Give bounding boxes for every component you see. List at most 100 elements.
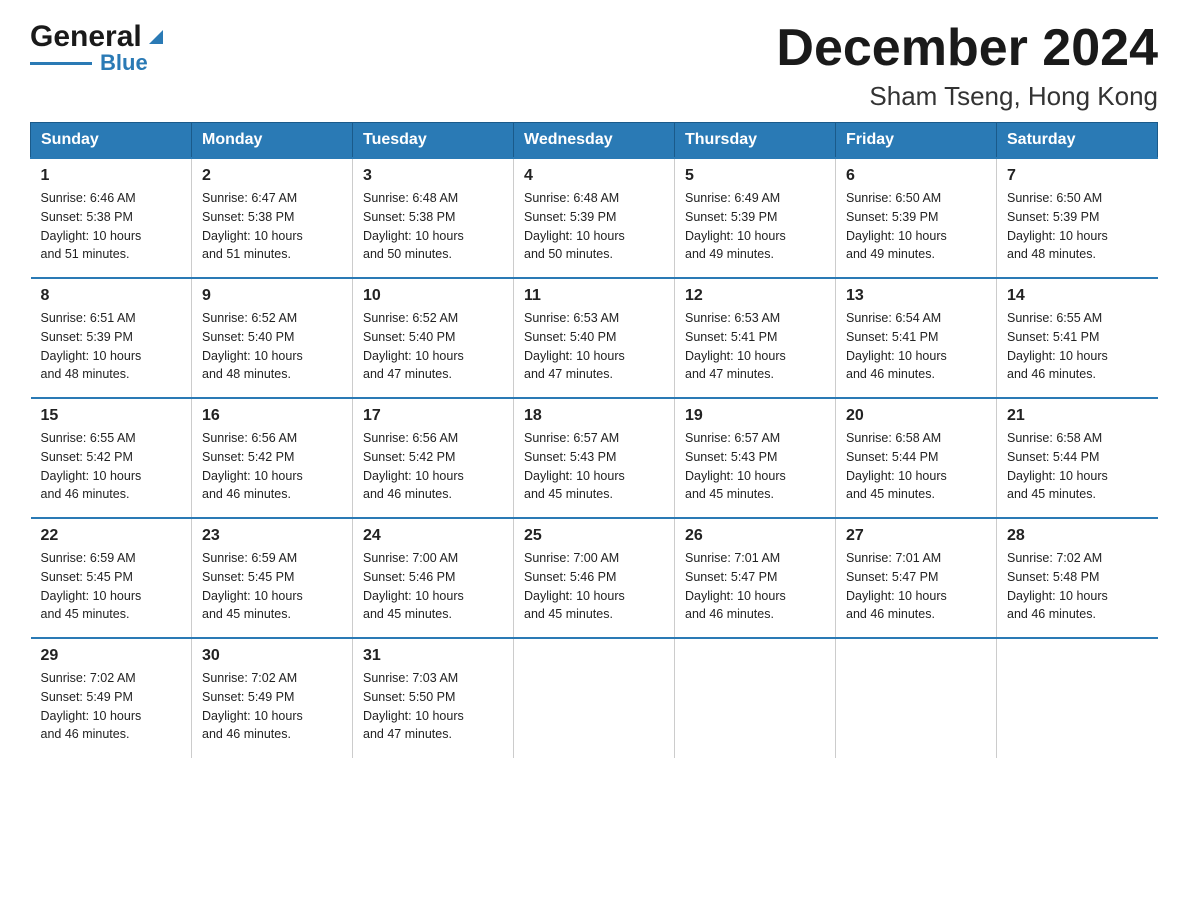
calendar-cell: 13 Sunrise: 6:54 AM Sunset: 5:41 PM Dayl… xyxy=(836,278,997,398)
day-info: Sunrise: 7:02 AM Sunset: 5:49 PM Dayligh… xyxy=(41,669,182,744)
day-number: 15 xyxy=(41,407,182,425)
day-info: Sunrise: 7:02 AM Sunset: 5:48 PM Dayligh… xyxy=(1007,549,1148,624)
location-title: Sham Tseng, Hong Kong xyxy=(776,81,1158,112)
day-number: 3 xyxy=(363,167,503,185)
day-info: Sunrise: 6:53 AM Sunset: 5:40 PM Dayligh… xyxy=(524,309,664,384)
day-info: Sunrise: 6:51 AM Sunset: 5:39 PM Dayligh… xyxy=(41,309,182,384)
day-number: 28 xyxy=(1007,527,1148,545)
col-header-thursday: Thursday xyxy=(675,123,836,159)
day-info: Sunrise: 6:52 AM Sunset: 5:40 PM Dayligh… xyxy=(363,309,503,384)
day-info: Sunrise: 7:02 AM Sunset: 5:49 PM Dayligh… xyxy=(202,669,342,744)
day-number: 26 xyxy=(685,527,825,545)
day-number: 7 xyxy=(1007,167,1148,185)
calendar-cell: 28 Sunrise: 7:02 AM Sunset: 5:48 PM Dayl… xyxy=(997,518,1158,638)
calendar-cell: 24 Sunrise: 7:00 AM Sunset: 5:46 PM Dayl… xyxy=(353,518,514,638)
day-number: 18 xyxy=(524,407,664,425)
day-info: Sunrise: 6:58 AM Sunset: 5:44 PM Dayligh… xyxy=(1007,429,1148,504)
calendar-cell: 19 Sunrise: 6:57 AM Sunset: 5:43 PM Dayl… xyxy=(675,398,836,518)
day-number: 5 xyxy=(685,167,825,185)
day-number: 23 xyxy=(202,527,342,545)
calendar-cell: 3 Sunrise: 6:48 AM Sunset: 5:38 PM Dayli… xyxy=(353,158,514,278)
logo: General Blue xyxy=(30,20,167,76)
calendar-cell: 7 Sunrise: 6:50 AM Sunset: 5:39 PM Dayli… xyxy=(997,158,1158,278)
day-info: Sunrise: 7:01 AM Sunset: 5:47 PM Dayligh… xyxy=(685,549,825,624)
col-header-tuesday: Tuesday xyxy=(353,123,514,159)
logo-underline xyxy=(30,62,92,65)
calendar-cell: 2 Sunrise: 6:47 AM Sunset: 5:38 PM Dayli… xyxy=(192,158,353,278)
day-number: 11 xyxy=(524,287,664,305)
calendar-cell: 9 Sunrise: 6:52 AM Sunset: 5:40 PM Dayli… xyxy=(192,278,353,398)
col-header-sunday: Sunday xyxy=(31,123,192,159)
day-number: 19 xyxy=(685,407,825,425)
day-info: Sunrise: 6:57 AM Sunset: 5:43 PM Dayligh… xyxy=(685,429,825,504)
calendar-cell: 4 Sunrise: 6:48 AM Sunset: 5:39 PM Dayli… xyxy=(514,158,675,278)
page-header: General Blue December 2024 Sham Tseng, H… xyxy=(30,20,1158,112)
calendar-cell: 31 Sunrise: 7:03 AM Sunset: 5:50 PM Dayl… xyxy=(353,638,514,758)
calendar-cell: 11 Sunrise: 6:53 AM Sunset: 5:40 PM Dayl… xyxy=(514,278,675,398)
logo-triangle-icon xyxy=(145,24,167,46)
day-info: Sunrise: 6:59 AM Sunset: 5:45 PM Dayligh… xyxy=(202,549,342,624)
day-info: Sunrise: 6:50 AM Sunset: 5:39 PM Dayligh… xyxy=(1007,189,1148,264)
day-info: Sunrise: 6:58 AM Sunset: 5:44 PM Dayligh… xyxy=(846,429,986,504)
day-info: Sunrise: 6:50 AM Sunset: 5:39 PM Dayligh… xyxy=(846,189,986,264)
calendar-cell: 29 Sunrise: 7:02 AM Sunset: 5:49 PM Dayl… xyxy=(31,638,192,758)
calendar-week-row: 8 Sunrise: 6:51 AM Sunset: 5:39 PM Dayli… xyxy=(31,278,1158,398)
calendar-cell: 27 Sunrise: 7:01 AM Sunset: 5:47 PM Dayl… xyxy=(836,518,997,638)
day-info: Sunrise: 6:55 AM Sunset: 5:41 PM Dayligh… xyxy=(1007,309,1148,384)
day-number: 1 xyxy=(41,167,182,185)
day-info: Sunrise: 6:47 AM Sunset: 5:38 PM Dayligh… xyxy=(202,189,342,264)
calendar-cell: 30 Sunrise: 7:02 AM Sunset: 5:49 PM Dayl… xyxy=(192,638,353,758)
calendar-week-row: 29 Sunrise: 7:02 AM Sunset: 5:49 PM Dayl… xyxy=(31,638,1158,758)
col-header-saturday: Saturday xyxy=(997,123,1158,159)
day-info: Sunrise: 7:00 AM Sunset: 5:46 PM Dayligh… xyxy=(524,549,664,624)
calendar-cell: 26 Sunrise: 7:01 AM Sunset: 5:47 PM Dayl… xyxy=(675,518,836,638)
calendar-table: SundayMondayTuesdayWednesdayThursdayFrid… xyxy=(30,122,1158,758)
calendar-cell: 20 Sunrise: 6:58 AM Sunset: 5:44 PM Dayl… xyxy=(836,398,997,518)
day-number: 25 xyxy=(524,527,664,545)
day-info: Sunrise: 6:57 AM Sunset: 5:43 PM Dayligh… xyxy=(524,429,664,504)
day-number: 9 xyxy=(202,287,342,305)
day-number: 2 xyxy=(202,167,342,185)
logo-general-text: General xyxy=(30,20,142,54)
day-number: 21 xyxy=(1007,407,1148,425)
calendar-cell: 8 Sunrise: 6:51 AM Sunset: 5:39 PM Dayli… xyxy=(31,278,192,398)
calendar-cell: 1 Sunrise: 6:46 AM Sunset: 5:38 PM Dayli… xyxy=(31,158,192,278)
calendar-cell: 21 Sunrise: 6:58 AM Sunset: 5:44 PM Dayl… xyxy=(997,398,1158,518)
day-number: 4 xyxy=(524,167,664,185)
day-info: Sunrise: 6:56 AM Sunset: 5:42 PM Dayligh… xyxy=(363,429,503,504)
calendar-cell xyxy=(675,638,836,758)
day-info: Sunrise: 6:48 AM Sunset: 5:39 PM Dayligh… xyxy=(524,189,664,264)
day-info: Sunrise: 6:52 AM Sunset: 5:40 PM Dayligh… xyxy=(202,309,342,384)
calendar-cell: 16 Sunrise: 6:56 AM Sunset: 5:42 PM Dayl… xyxy=(192,398,353,518)
day-number: 13 xyxy=(846,287,986,305)
col-header-wednesday: Wednesday xyxy=(514,123,675,159)
day-info: Sunrise: 7:03 AM Sunset: 5:50 PM Dayligh… xyxy=(363,669,503,744)
calendar-week-row: 22 Sunrise: 6:59 AM Sunset: 5:45 PM Dayl… xyxy=(31,518,1158,638)
calendar-cell: 23 Sunrise: 6:59 AM Sunset: 5:45 PM Dayl… xyxy=(192,518,353,638)
day-info: Sunrise: 6:54 AM Sunset: 5:41 PM Dayligh… xyxy=(846,309,986,384)
calendar-cell: 18 Sunrise: 6:57 AM Sunset: 5:43 PM Dayl… xyxy=(514,398,675,518)
day-number: 12 xyxy=(685,287,825,305)
day-number: 22 xyxy=(41,527,182,545)
day-number: 6 xyxy=(846,167,986,185)
calendar-cell xyxy=(514,638,675,758)
day-info: Sunrise: 6:55 AM Sunset: 5:42 PM Dayligh… xyxy=(41,429,182,504)
day-number: 27 xyxy=(846,527,986,545)
day-info: Sunrise: 6:46 AM Sunset: 5:38 PM Dayligh… xyxy=(41,189,182,264)
day-number: 10 xyxy=(363,287,503,305)
day-info: Sunrise: 6:59 AM Sunset: 5:45 PM Dayligh… xyxy=(41,549,182,624)
calendar-cell xyxy=(997,638,1158,758)
day-info: Sunrise: 6:48 AM Sunset: 5:38 PM Dayligh… xyxy=(363,189,503,264)
month-title: December 2024 xyxy=(776,20,1158,77)
title-block: December 2024 Sham Tseng, Hong Kong xyxy=(776,20,1158,112)
calendar-cell xyxy=(836,638,997,758)
calendar-week-row: 15 Sunrise: 6:55 AM Sunset: 5:42 PM Dayl… xyxy=(31,398,1158,518)
calendar-week-row: 1 Sunrise: 6:46 AM Sunset: 5:38 PM Dayli… xyxy=(31,158,1158,278)
day-number: 16 xyxy=(202,407,342,425)
day-number: 29 xyxy=(41,647,182,665)
day-info: Sunrise: 6:49 AM Sunset: 5:39 PM Dayligh… xyxy=(685,189,825,264)
day-number: 17 xyxy=(363,407,503,425)
day-info: Sunrise: 7:00 AM Sunset: 5:46 PM Dayligh… xyxy=(363,549,503,624)
calendar-cell: 14 Sunrise: 6:55 AM Sunset: 5:41 PM Dayl… xyxy=(997,278,1158,398)
day-number: 30 xyxy=(202,647,342,665)
